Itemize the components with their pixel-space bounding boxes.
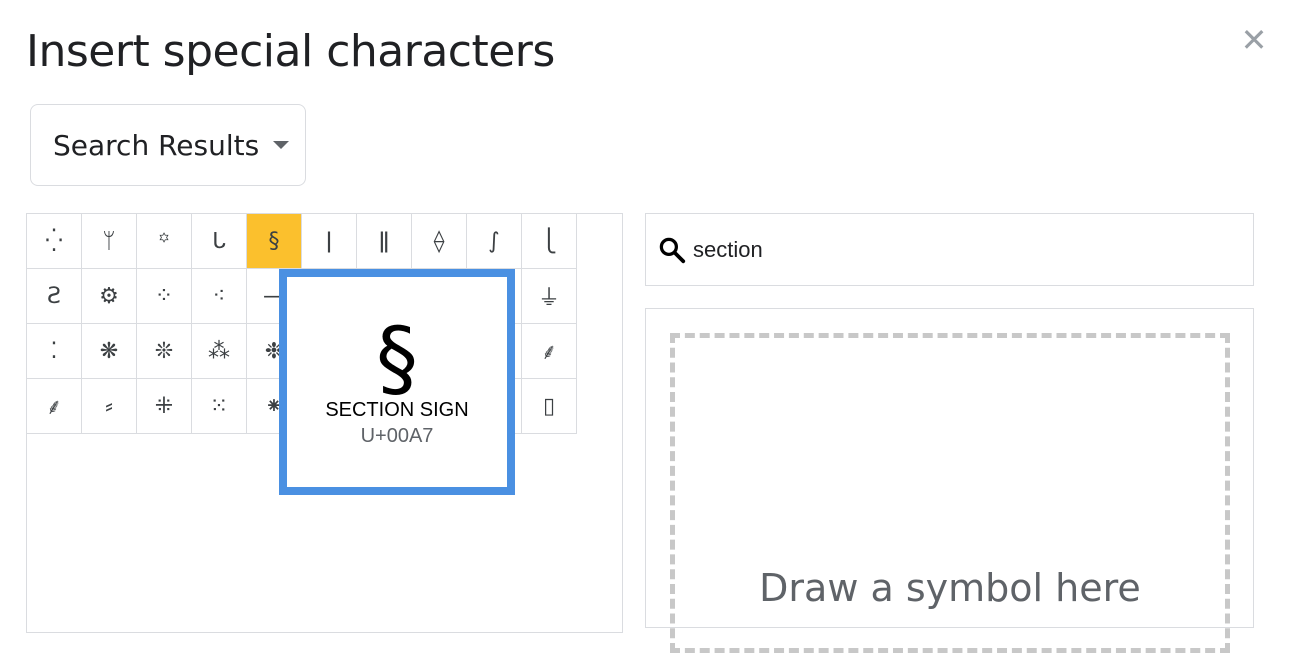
character-cell[interactable]: ⟠ [412, 214, 467, 269]
character-cell[interactable]: ⎩ [522, 214, 577, 269]
character-cell[interactable]: ǁ [357, 214, 412, 269]
draw-panel: Draw a symbol here [645, 308, 1254, 653]
character-cell[interactable]: ⁜ [137, 379, 192, 434]
character-cell[interactable]: ⸙ [27, 379, 82, 434]
dialog-title: Insert special characters [26, 26, 555, 77]
character-cell[interactable]: ❊ [137, 324, 192, 379]
character-cell[interactable]: ⸙ [522, 324, 577, 379]
character-cell[interactable]: ⁖ [192, 269, 247, 324]
search-input[interactable] [693, 236, 1233, 263]
character-cell[interactable]: ⚙ [82, 269, 137, 324]
draw-area[interactable]: Draw a symbol here [670, 333, 1230, 653]
draw-placeholder: Draw a symbol here [759, 566, 1141, 610]
search-icon [655, 233, 689, 267]
preview-name: SECTION SIGN [325, 399, 469, 421]
character-cell[interactable]: ❋ [82, 324, 137, 379]
search-box[interactable] [645, 213, 1254, 286]
character-preview: § SECTION SIGN U+00A7 [279, 269, 515, 495]
character-cell[interactable]: ⁂ [192, 324, 247, 379]
character-cell[interactable]: ⁚ [27, 324, 82, 379]
chevron-down-icon [273, 141, 290, 149]
character-cell[interactable]: ⁛ [27, 214, 82, 269]
close-icon[interactable]: ✕ [1236, 22, 1272, 58]
character-cell[interactable]: ǀ [302, 214, 357, 269]
character-cell[interactable]: ᛘ [82, 214, 137, 269]
character-cell[interactable]: ▯ [522, 379, 577, 434]
preview-glyph: § [376, 309, 418, 407]
character-cell[interactable]: ∫ [467, 214, 522, 269]
character-cell[interactable]: ꙳ [137, 214, 192, 269]
character-cell[interactable]: ᒐ [192, 214, 247, 269]
character-cell[interactable]: ⏚ [522, 269, 577, 324]
character-cell[interactable]: ⁙ [192, 379, 247, 434]
character-cell[interactable]: Ƨ [27, 269, 82, 324]
preview-code: U+00A7 [360, 425, 434, 447]
character-cell[interactable]: ⸗ [82, 379, 137, 434]
category-dropdown[interactable]: Search Results [30, 104, 306, 186]
character-cell[interactable]: § [247, 214, 302, 269]
character-cell[interactable]: ⁘ [137, 269, 192, 324]
category-dropdown-label: Search Results [53, 128, 260, 162]
